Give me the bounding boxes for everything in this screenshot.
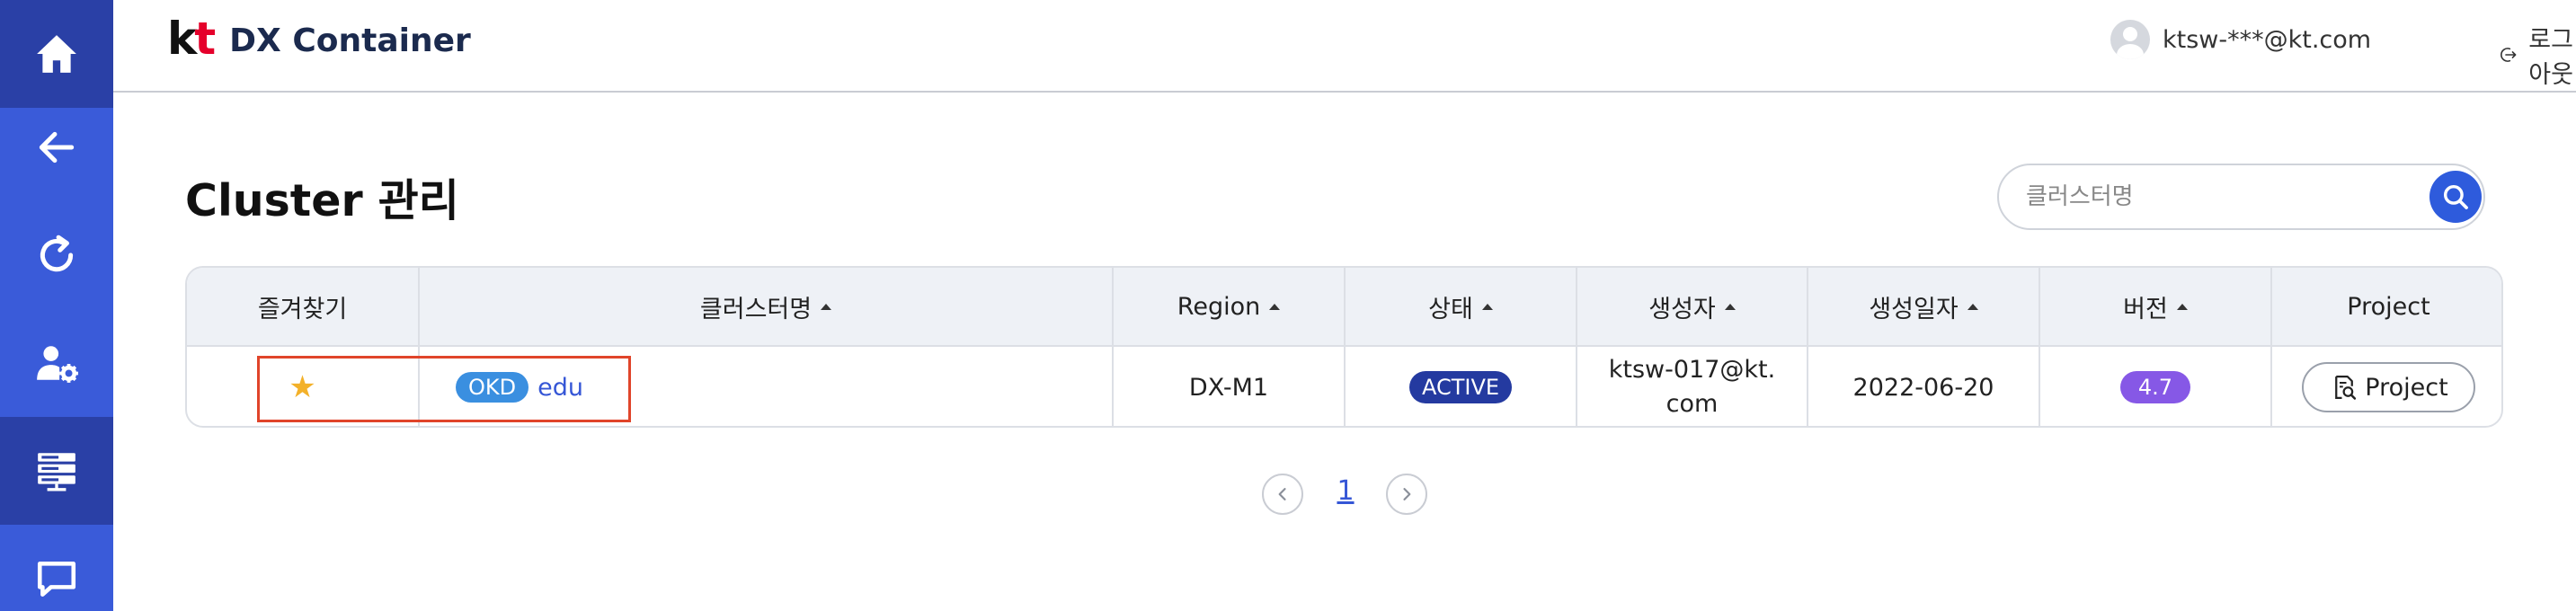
top-header: kt DX Container ktsw-***@kt.com 로그아웃 — [113, 0, 2576, 93]
pagination: 1 — [1262, 472, 1429, 517]
refresh-icon — [40, 235, 74, 272]
col-created[interactable]: 생성일자 — [1808, 268, 2040, 345]
sidebar-item-cluster[interactable] — [0, 417, 113, 525]
project-button-label: Project — [2365, 373, 2448, 402]
col-favorite-label: 즐겨찾기 — [257, 295, 348, 323]
project-button[interactable]: Project — [2302, 362, 2475, 412]
col-creator[interactable]: 생성자 — [1577, 268, 1808, 345]
sort-up-icon[interactable] — [1269, 303, 1281, 310]
user-email: ktsw-***@kt.com — [2163, 25, 2372, 54]
sidebar-item-back[interactable] — [0, 93, 113, 201]
region-value: DX-M1 — [1188, 373, 1269, 402]
col-created-label: 생성일자 — [1869, 295, 1959, 323]
col-favorite: 즐겨찾기 — [187, 268, 420, 345]
document-search-icon — [2335, 376, 2357, 400]
cell-project: Project — [2272, 347, 2501, 426]
search-box — [1997, 164, 2485, 230]
cell-status: ACTIVE — [1346, 347, 1577, 426]
avatar — [2110, 20, 2150, 59]
sort-up-icon[interactable] — [2176, 303, 2188, 310]
arrow-left-icon — [39, 131, 75, 164]
cell-version: 4.7 — [2040, 347, 2272, 426]
col-name[interactable]: 클러스터명 — [420, 268, 1114, 345]
status-badge: ACTIVE — [1408, 371, 1513, 403]
sort-up-icon[interactable] — [1481, 303, 1493, 310]
col-version-label: 버전 — [2123, 295, 2168, 323]
home-icon — [37, 35, 76, 73]
col-name-label: 클러스터명 — [699, 295, 813, 323]
col-version[interactable]: 버전 — [2040, 268, 2272, 345]
sidebar-item-home[interactable] — [0, 0, 113, 108]
chevron-left-icon — [1278, 488, 1286, 500]
logout-button[interactable]: 로그아웃 — [2499, 20, 2576, 90]
cell-creator: ktsw-017@kt.com — [1577, 347, 1808, 426]
search-icon — [2443, 184, 2468, 209]
col-creator-label: 생성자 — [1648, 295, 1716, 323]
search-input[interactable] — [2026, 176, 2403, 217]
logout-label: 로그아웃 — [2528, 26, 2573, 89]
prev-page-button[interactable] — [1262, 474, 1303, 515]
cell-created: 2022-06-20 — [1808, 347, 2040, 426]
cell-region: DX-M1 — [1114, 347, 1346, 426]
sidebar-item-user-settings[interactable] — [0, 309, 113, 417]
col-region-label: Region — [1177, 292, 1261, 321]
sidebar-item-refresh[interactable] — [0, 201, 113, 309]
search-button[interactable] — [2429, 171, 2482, 223]
user-gear-icon — [37, 346, 78, 383]
version-badge: 4.7 — [2119, 371, 2191, 403]
col-status[interactable]: 상태 — [1346, 268, 1577, 345]
server-icon — [38, 453, 76, 491]
sort-up-icon[interactable] — [821, 303, 832, 310]
col-status-label: 상태 — [1428, 295, 1473, 323]
kt-logo: kt — [167, 13, 216, 65]
brand-logo[interactable]: kt DX Container — [167, 16, 471, 61]
sidebar-item-chat[interactable] — [0, 525, 113, 611]
sidebar — [0, 0, 113, 611]
page-number[interactable]: 1 — [1334, 475, 1357, 507]
user-info[interactable]: ktsw-***@kt.com — [2110, 20, 2371, 59]
creator-value: ktsw-017@kt.com — [1608, 356, 1776, 418]
chevron-right-icon — [1403, 488, 1411, 500]
col-project: Project — [2272, 268, 2501, 345]
sort-up-icon[interactable] — [1724, 303, 1736, 310]
col-region[interactable]: Region — [1114, 268, 1346, 345]
chat-icon — [37, 562, 76, 597]
sort-up-icon[interactable] — [1967, 303, 1978, 310]
app-title: DX Container — [229, 22, 471, 59]
next-page-button[interactable] — [1386, 474, 1427, 515]
col-project-label: Project — [2347, 292, 2430, 321]
highlight-box — [257, 356, 631, 422]
table-header: 즐겨찾기 클러스터명 Region 상태 생성자 생성일자 버전 Project — [187, 268, 2501, 347]
logout-icon — [2500, 48, 2517, 62]
page-title: Cluster 관리 — [185, 175, 459, 226]
created-date-value: 2022-06-20 — [1852, 373, 1994, 402]
